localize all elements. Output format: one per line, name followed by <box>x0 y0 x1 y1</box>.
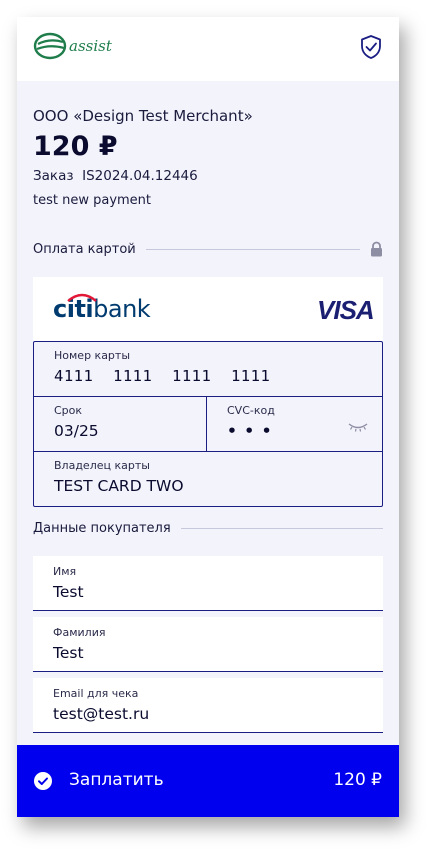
logo-text: assist <box>69 37 112 55</box>
assist-logo: assist <box>33 31 112 61</box>
buyer-section-title: Данные покупателя <box>33 521 171 536</box>
pay-button-label: Заплатить <box>69 770 164 790</box>
header: assist <box>17 17 399 81</box>
card-number-field[interactable]: Номер карты 4111 1111 1111 1111 <box>34 342 382 397</box>
merchant-name: ООО «Design Test Merchant» <box>33 107 253 125</box>
divider <box>145 248 360 250</box>
assist-logo-icon <box>33 32 67 60</box>
card-holder-label: Владелец карты <box>54 459 150 472</box>
buyer-section-header: Данные покупателя <box>33 521 383 536</box>
shield-check-icon <box>361 35 381 59</box>
last-name-field[interactable]: Фамилия Test <box>33 617 383 672</box>
pay-button-amount: 120 ₽ <box>333 770 382 790</box>
first-name-label: Имя <box>53 565 77 578</box>
payment-form: assist ООО «Design Test Merchant» 120 ₽ … <box>17 17 399 817</box>
last-name-value[interactable]: Test <box>53 644 84 662</box>
card-section-title: Оплата картой <box>33 241 136 257</box>
card-number-value[interactable]: 4111 1111 1111 1111 <box>54 367 270 385</box>
pay-button[interactable]: Заплатить 120 ₽ <box>17 745 399 817</box>
expiry-cvc-row: Срок 03/25 CVC-код • • • <box>34 397 382 452</box>
lock-icon <box>371 241 382 257</box>
card-form: citibank VISA Номер карты 4111 1111 1111… <box>33 277 383 507</box>
card-number-label: Номер карты <box>54 349 131 362</box>
order-number: Заказ IS2024.04.12446 <box>33 168 198 184</box>
visa-logo: VISA <box>317 295 375 325</box>
divider <box>180 528 383 529</box>
email-value[interactable]: test@test.ru <box>53 705 149 723</box>
first-name-field[interactable]: Имя Test <box>33 556 383 611</box>
cvc-label: CVC-код <box>227 404 275 417</box>
email-label: Email для чека <box>53 687 139 700</box>
eye-closed-icon[interactable] <box>347 421 369 433</box>
order-description: test new payment <box>33 193 152 208</box>
card-fields: Номер карты 4111 1111 1111 1111 Срок 03/… <box>33 341 383 507</box>
citi-arc-icon <box>67 293 97 302</box>
check-circle-icon <box>34 772 52 790</box>
card-holder-value[interactable]: TEST CARD TWO <box>54 477 184 495</box>
email-field[interactable]: Email для чека test@test.ru <box>33 678 383 733</box>
expiry-label: Срок <box>54 404 83 417</box>
first-name-value[interactable]: Test <box>53 583 84 601</box>
last-name-label: Фамилия <box>53 626 106 639</box>
expiry-field[interactable]: Срок 03/25 <box>34 397 206 451</box>
card-section-header: Оплата картой <box>33 241 383 257</box>
cvc-value[interactable]: • • • <box>227 422 273 440</box>
expiry-value[interactable]: 03/25 <box>54 422 99 440</box>
order-amount: 120 ₽ <box>33 131 118 162</box>
card-holder-field[interactable]: Владелец карты TEST CARD TWO <box>34 452 382 506</box>
